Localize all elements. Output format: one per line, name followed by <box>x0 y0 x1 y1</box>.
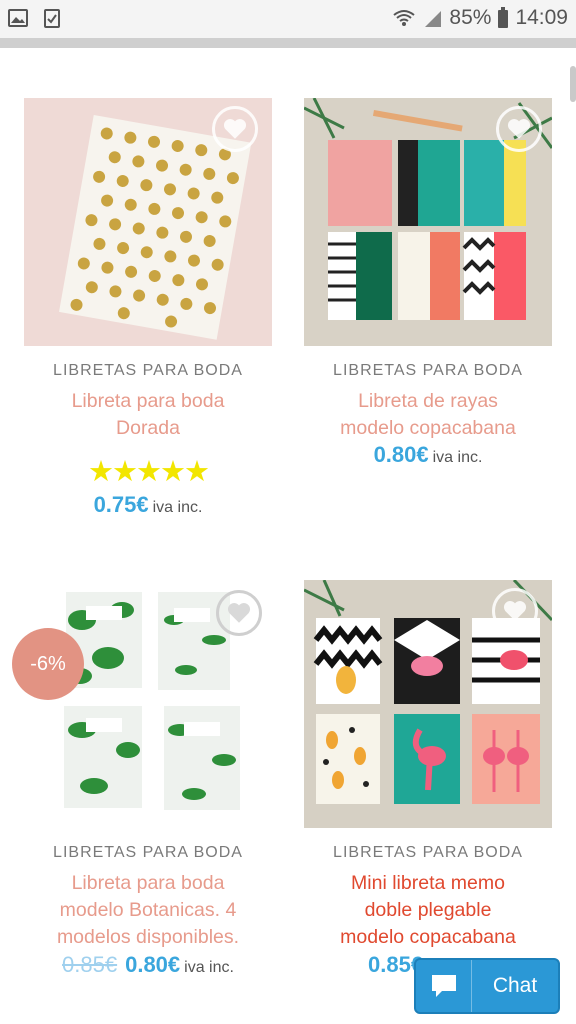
rating-stars: ★★★★★ <box>88 456 210 488</box>
status-bar: 85% 14:09 <box>0 0 576 38</box>
wifi-icon <box>393 10 416 26</box>
product-title[interactable]: Mini libreta memo doble plegable modelo … <box>298 870 558 951</box>
chat-bubble-icon <box>416 960 472 1012</box>
product-price: 0.80€ iva inc. <box>373 442 483 467</box>
image-icon <box>8 9 28 27</box>
chat-label: Chat <box>492 974 538 997</box>
progress-line <box>0 38 576 48</box>
product-price: 0.75€ iva inc. <box>93 492 203 517</box>
product-card[interactable]: LIBRETAS PARA BODA Mini libreta memo dob… <box>304 580 552 980</box>
clock: 14:09 <box>515 6 568 29</box>
product-title[interactable]: Libreta de rayas modelo copacabana <box>298 388 558 442</box>
product-card[interactable]: LIBRETAS PARA BODA Libreta de rayas mode… <box>304 98 552 478</box>
discount-badge: -6% <box>12 628 84 700</box>
product-price: 0.85€ 0.80€ iva inc. <box>62 952 234 977</box>
product-title[interactable]: Libreta para boda Dorada <box>18 388 278 442</box>
scrollbar[interactable] <box>570 66 576 102</box>
wishlist-heart-icon[interactable] <box>496 106 542 152</box>
battery-percent: 85% <box>449 6 492 29</box>
wishlist-heart-icon[interactable] <box>216 590 262 636</box>
chat-button[interactable]: Chat <box>414 958 560 1014</box>
product-title[interactable]: Libreta para boda modelo Botanicas. 4 mo… <box>18 870 278 951</box>
product-category[interactable]: LIBRETAS PARA BODA <box>24 362 272 380</box>
product-category[interactable]: LIBRETAS PARA BODA <box>304 844 552 862</box>
product-card[interactable]: LIBRETAS PARA BODA Libreta para boda Dor… <box>24 98 272 528</box>
wishlist-heart-icon[interactable] <box>212 106 258 152</box>
battery-icon <box>498 7 509 28</box>
product-category[interactable]: LIBRETAS PARA BODA <box>304 362 552 380</box>
product-category[interactable]: LIBRETAS PARA BODA <box>24 844 272 862</box>
signal-icon <box>425 11 442 27</box>
old-price: 0.85€ <box>62 952 118 977</box>
wishlist-heart-icon[interactable] <box>492 588 538 634</box>
clipboard-check-icon <box>44 9 60 28</box>
